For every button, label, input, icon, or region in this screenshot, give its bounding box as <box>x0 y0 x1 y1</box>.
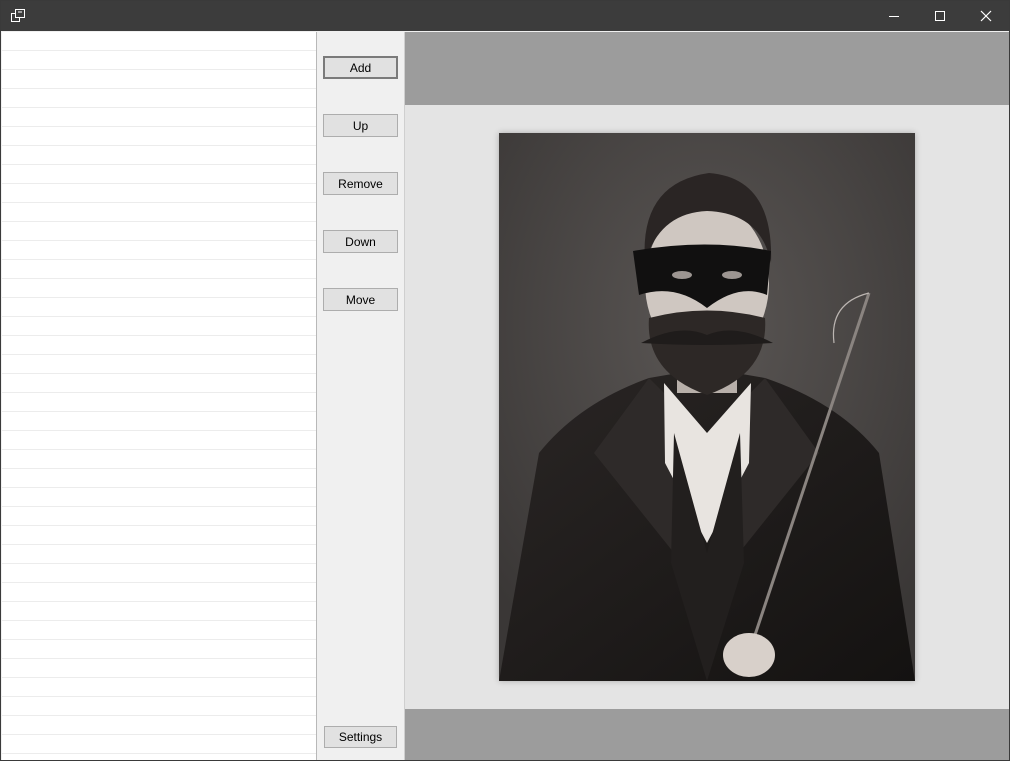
list-item[interactable] <box>2 374 316 393</box>
maximize-icon <box>935 11 945 21</box>
close-icon <box>980 10 992 22</box>
settings-button[interactable]: Settings <box>324 726 397 748</box>
list-item[interactable] <box>2 469 316 488</box>
button-panel: Add Up Remove Down Move Settings <box>317 32 405 760</box>
list-item[interactable] <box>2 70 316 89</box>
list-item[interactable] <box>2 279 316 298</box>
close-button[interactable] <box>963 1 1009 31</box>
list-item[interactable] <box>2 241 316 260</box>
down-button[interactable]: Down <box>323 230 398 253</box>
up-button[interactable]: Up <box>323 114 398 137</box>
minimize-button[interactable] <box>871 1 917 31</box>
title-bar[interactable] <box>1 1 1009 31</box>
maximize-button[interactable] <box>917 1 963 31</box>
list-item[interactable] <box>2 583 316 602</box>
list-item[interactable] <box>2 678 316 697</box>
list-item[interactable] <box>2 507 316 526</box>
app-window: Add Up Remove Down Move Settings <box>0 0 1010 761</box>
list-item[interactable] <box>2 431 316 450</box>
list-item[interactable] <box>2 602 316 621</box>
remove-button[interactable]: Remove <box>323 172 398 195</box>
list-item[interactable] <box>2 659 316 678</box>
list-item[interactable] <box>2 165 316 184</box>
list-item[interactable] <box>2 355 316 374</box>
list-item[interactable] <box>2 735 316 754</box>
add-button[interactable]: Add <box>323 56 398 79</box>
list-item[interactable] <box>2 317 316 336</box>
image-preview-area <box>405 32 1009 760</box>
list-item[interactable] <box>2 51 316 70</box>
portrait-illustration <box>499 133 915 681</box>
list-item[interactable] <box>2 336 316 355</box>
list-item[interactable] <box>2 184 316 203</box>
app-window-icon <box>11 9 25 22</box>
list-item[interactable] <box>2 545 316 564</box>
list-item[interactable] <box>2 697 316 716</box>
list-item[interactable] <box>2 526 316 545</box>
list-item[interactable] <box>2 127 316 146</box>
item-list[interactable] <box>2 32 317 760</box>
minimize-icon <box>889 16 899 17</box>
list-item[interactable] <box>2 203 316 222</box>
list-item[interactable] <box>2 108 316 127</box>
list-item[interactable] <box>2 146 316 165</box>
move-button[interactable]: Move <box>323 288 398 311</box>
list-item[interactable] <box>2 393 316 412</box>
list-item[interactable] <box>2 621 316 640</box>
list-item[interactable] <box>2 716 316 735</box>
list-item[interactable] <box>2 450 316 469</box>
preview-page <box>405 105 1009 709</box>
list-item[interactable] <box>2 298 316 317</box>
list-item[interactable] <box>2 640 316 659</box>
list-item[interactable] <box>2 32 316 51</box>
list-item[interactable] <box>2 89 316 108</box>
list-item[interactable] <box>2 564 316 583</box>
list-item[interactable] <box>2 222 316 241</box>
list-item[interactable] <box>2 260 316 279</box>
list-item[interactable] <box>2 488 316 507</box>
list-item[interactable] <box>2 412 316 431</box>
preview-image <box>499 133 915 681</box>
